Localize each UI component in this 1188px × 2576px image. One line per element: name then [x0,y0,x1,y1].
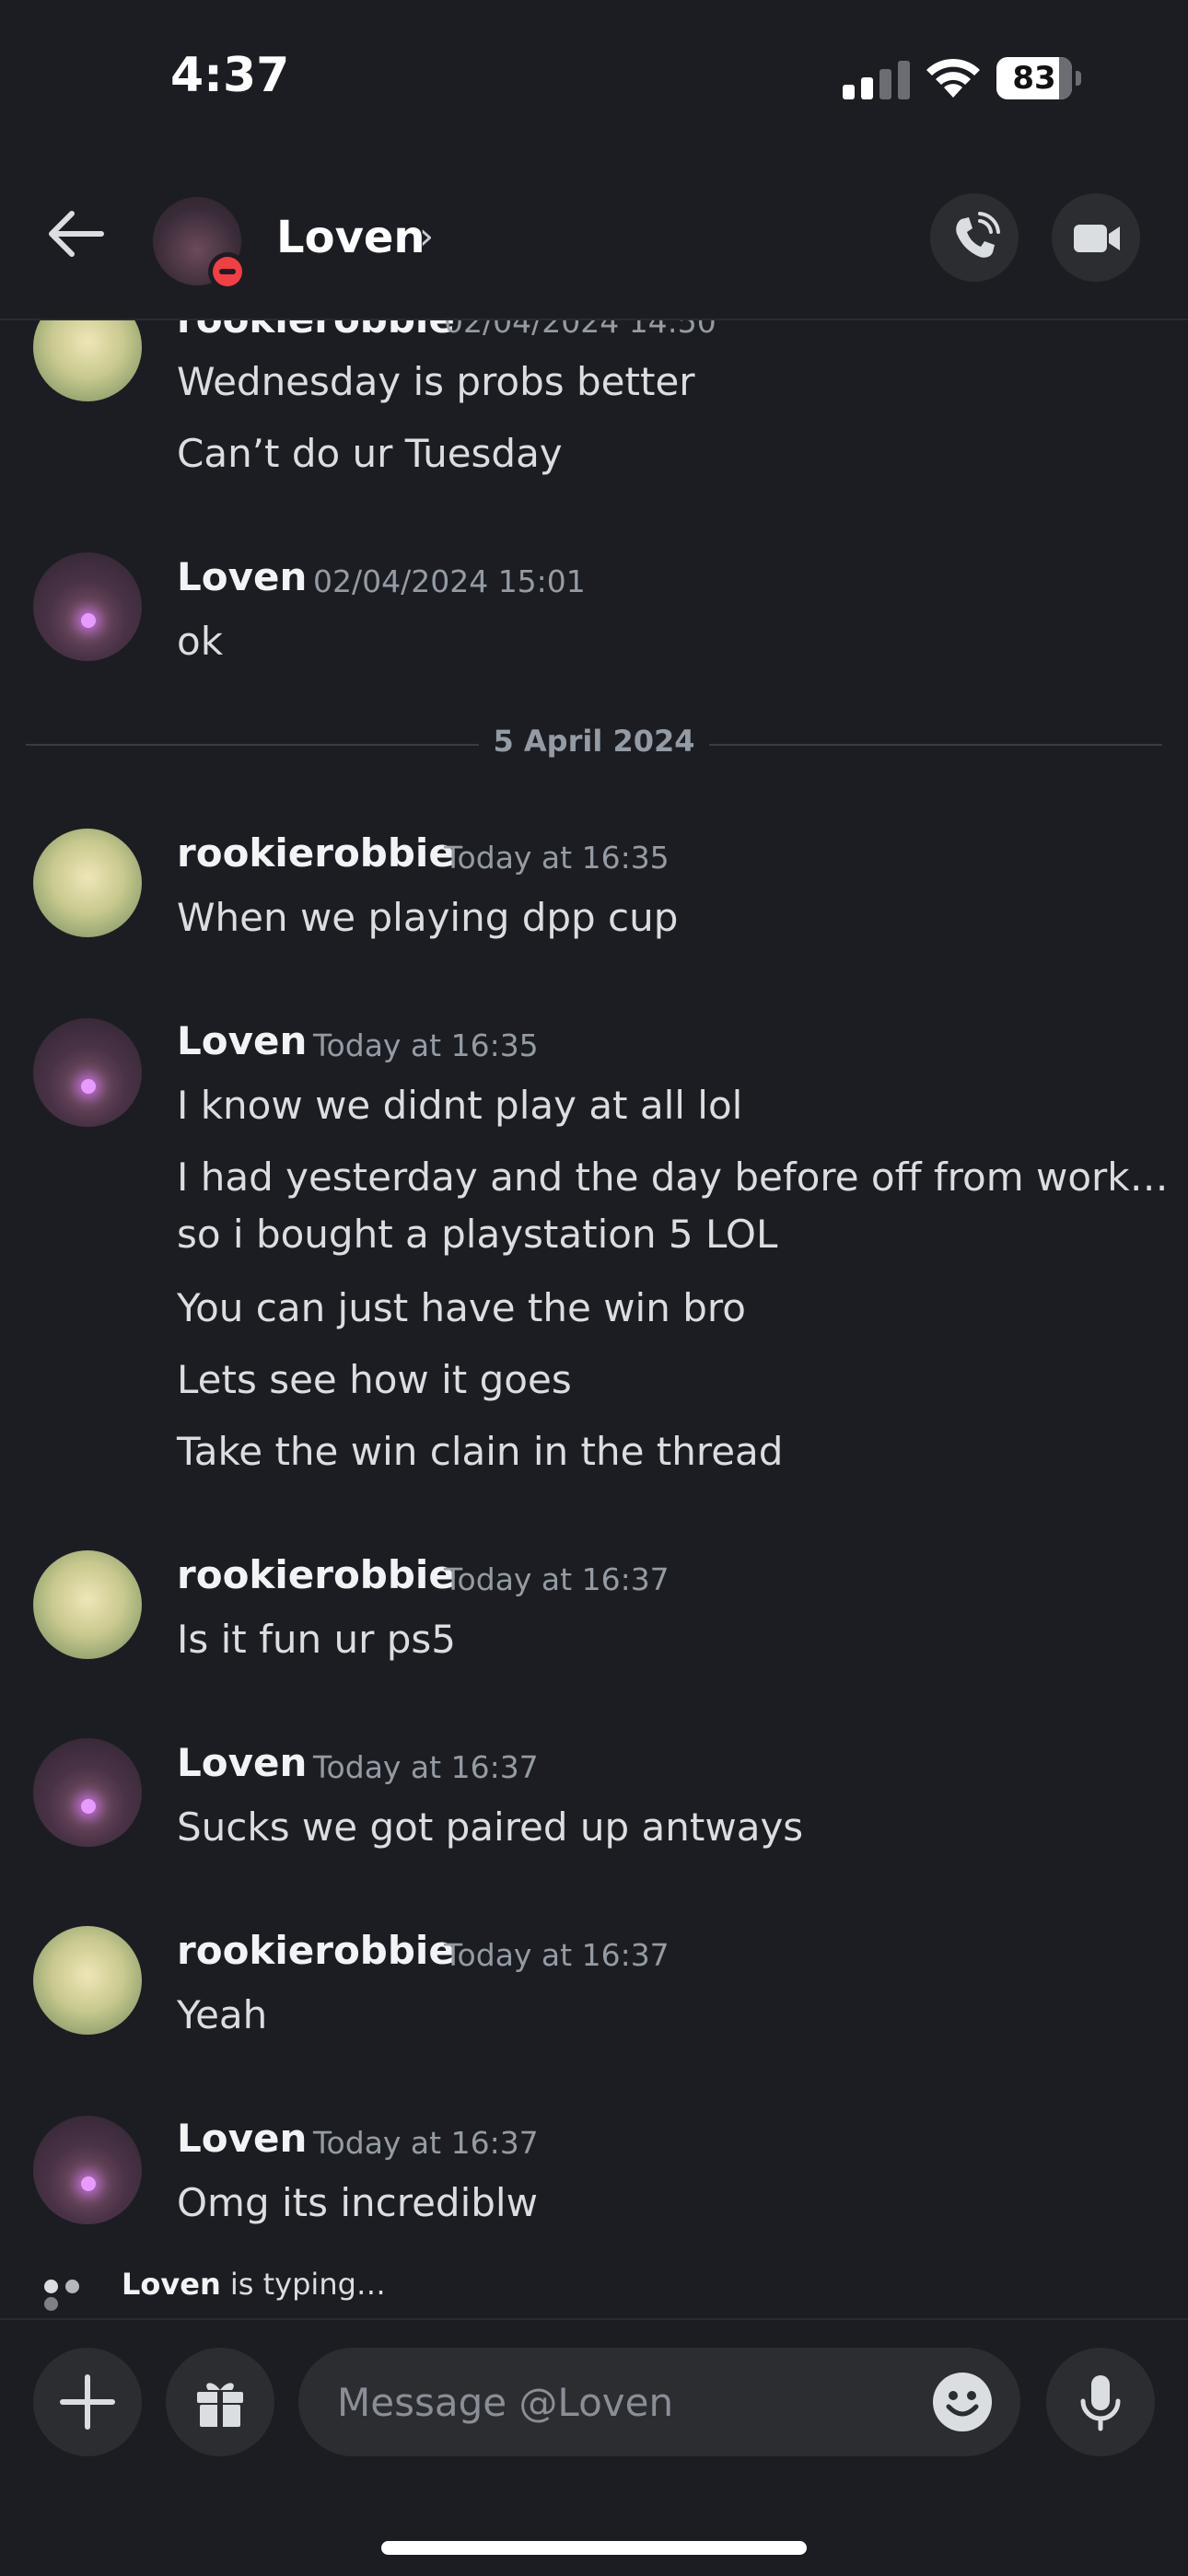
chevron-right-icon[interactable]: › [419,215,434,258]
message-author[interactable]: rookierobbie [177,830,455,876]
message-text[interactable]: When we playing dpp cup [177,895,678,940]
status-bar: 4:37 83 [0,0,1188,157]
emoji-icon[interactable] [932,2372,993,2432]
message-text[interactable]: You can just have the win bro [177,1285,746,1330]
cellular-signal-icon [843,61,910,99]
message-text[interactable]: Wednesday is probs better [177,359,695,404]
message-text[interactable]: Can’t do ur Tuesday [177,431,563,476]
message-timestamp: Today at 16:37 [444,1561,670,1597]
do-not-disturb-status-icon [208,252,247,291]
home-indicator[interactable] [381,2541,807,2555]
message-timestamp: Today at 16:37 [313,2125,539,2161]
message-composer [0,2318,1188,2576]
avatar-rookierobbie[interactable] [33,829,142,937]
phone-icon [956,212,1000,258]
message-text[interactable]: I had yesterday and the day before off f… [177,1155,1169,1200]
message-author[interactable]: rookierobbie [177,1552,455,1597]
message-timestamp: Today at 16:35 [444,840,670,876]
video-call-button[interactable] [1052,193,1140,282]
message-timestamp: 02/04/2024 15:01 [313,563,586,599]
message-text[interactable]: Is it fun ur ps5 [177,1617,456,1662]
avatar-rookierobbie[interactable] [33,1926,142,2035]
avatar-rookierobbie[interactable] [33,1550,142,1659]
gift-icon [197,2383,243,2427]
plus-icon [60,2374,115,2430]
message-text[interactable]: I know we didnt play at all lol [177,1083,742,1128]
message-author[interactable]: Loven [177,1740,307,1785]
chat-header: Loven › [0,157,1188,320]
battery-percent: 83 [1012,60,1056,97]
gift-button[interactable] [166,2348,274,2456]
typing-dots-icon [44,2280,105,2311]
message-text[interactable]: ok [177,619,223,664]
status-time: 4:37 [170,48,290,103]
message-text[interactable]: Sucks we got paired up antways [177,1804,803,1850]
message-timestamp: Today at 16:37 [313,1749,539,1785]
avatar-loven[interactable] [33,1018,142,1127]
voice-call-button[interactable] [930,193,1019,282]
message-author[interactable]: Loven [177,1018,307,1063]
back-arrow-icon[interactable] [46,208,105,260]
wifi-icon [926,58,980,98]
avatar-loven[interactable] [33,552,142,661]
message-author[interactable]: Loven [177,554,307,599]
message-text[interactable]: Omg its incrediblw [177,2180,538,2225]
message-text[interactable]: Take the win clain in the thread [177,1429,783,1474]
message-timestamp: Today at 16:37 [444,1937,670,1973]
message-author[interactable]: Loven [177,2116,307,2161]
date-divider: 5 April 2024 [479,724,709,759]
message-input[interactable] [298,2348,1020,2456]
message-text[interactable]: so i bought a playstation 5 LOL [177,1212,777,1257]
attach-button[interactable] [33,2348,142,2456]
typing-name: Loven [122,2267,221,2302]
microphone-icon [1080,2375,1121,2431]
typing-text: is typing… [220,2267,386,2302]
message-text[interactable]: Lets see how it goes [177,1357,572,1402]
typing-indicator: Loven is typing… [122,2267,386,2302]
message-text[interactable]: Yeah [177,1992,267,2037]
contact-avatar[interactable] [153,197,247,291]
battery-icon: 83 [996,57,1081,101]
video-camera-icon [1074,225,1120,252]
message-timestamp: Today at 16:35 [313,1027,539,1063]
avatar-loven[interactable] [33,1738,142,1847]
contact-name[interactable]: Loven [276,212,425,263]
avatar-loven[interactable] [33,2116,142,2224]
voice-message-button[interactable] [1046,2348,1155,2456]
message-author[interactable]: rookierobbie [177,1928,455,1973]
